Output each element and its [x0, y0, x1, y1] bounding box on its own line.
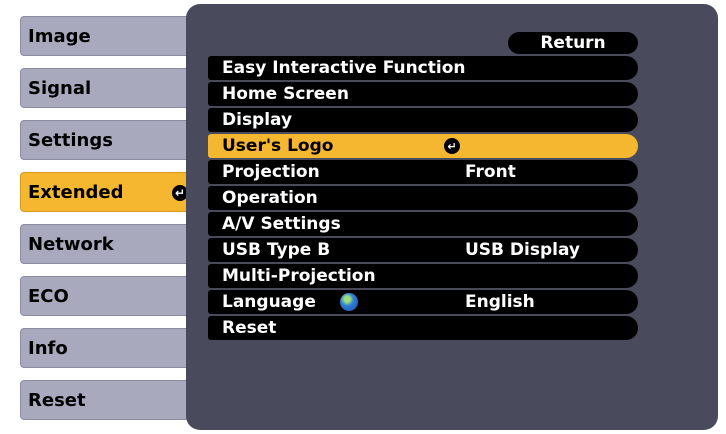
tab-info[interactable]: Info — [18, 326, 200, 370]
tab-image[interactable]: Image — [18, 14, 200, 58]
menu-item-label: Home Screen — [222, 84, 349, 104]
globe-icon — [340, 293, 358, 311]
tab-signal[interactable]: Signal — [18, 66, 200, 110]
menu-item-multi-projection[interactable]: Multi-Projection — [208, 264, 638, 288]
menu-item-home-screen[interactable]: Home Screen — [208, 82, 638, 106]
menu-item-label: Reset — [222, 318, 277, 338]
menu-item-operation[interactable]: Operation — [208, 186, 638, 210]
tab-extended[interactable]: Extended ↵ — [18, 170, 200, 214]
menu-item-label: Language — [222, 292, 316, 312]
tab-label: ECO — [28, 285, 69, 307]
menu-item-label: A/V Settings — [222, 214, 341, 234]
menu-item-label: User's Logo — [222, 136, 334, 156]
menu-item-label: Easy Interactive Function — [222, 58, 466, 78]
tab-network[interactable]: Network — [18, 222, 200, 266]
menu-item-easy-interactive-function[interactable]: Easy Interactive Function — [208, 56, 638, 80]
tab-settings[interactable]: Settings — [18, 118, 200, 162]
menu-item-label: Projection — [222, 162, 320, 182]
menu-item-av-settings[interactable]: A/V Settings — [208, 212, 638, 236]
tab-reset[interactable]: Reset — [18, 378, 200, 422]
menu-item-value: English — [465, 292, 535, 312]
menu-item-projection[interactable]: Projection Front — [208, 160, 638, 184]
menu-item-label: Display — [222, 110, 293, 130]
menu-item-usb-type-b[interactable]: USB Type B USB Display — [208, 238, 638, 262]
menu-item-reset[interactable]: Reset — [208, 316, 638, 340]
tab-label: Image — [28, 25, 91, 47]
tab-label: Extended — [28, 181, 124, 203]
menu-item-value: USB Display — [465, 240, 581, 260]
tab-label: Signal — [28, 77, 92, 99]
tab-label: Reset — [28, 389, 86, 411]
tab-label: Network — [28, 233, 114, 255]
menu-item-label: USB Type B — [222, 240, 331, 260]
menu-item-value: Front — [465, 162, 516, 182]
return-button[interactable]: Return — [508, 32, 638, 54]
tab-label: Info — [28, 337, 68, 359]
menu-item-display[interactable]: Display — [208, 108, 638, 132]
menu-item-language[interactable]: Language English — [208, 290, 638, 314]
menu-item-label: Multi-Projection — [222, 266, 376, 286]
tab-eco[interactable]: ECO — [18, 274, 200, 318]
settings-panel: Return Easy Interactive Function Home Sc… — [186, 4, 718, 430]
menu-item-label: Operation — [222, 188, 318, 208]
menu-item-users-logo[interactable]: User's Logo ↵ — [208, 134, 638, 158]
enter-icon: ↵ — [444, 138, 460, 154]
tab-label: Settings — [28, 129, 113, 151]
